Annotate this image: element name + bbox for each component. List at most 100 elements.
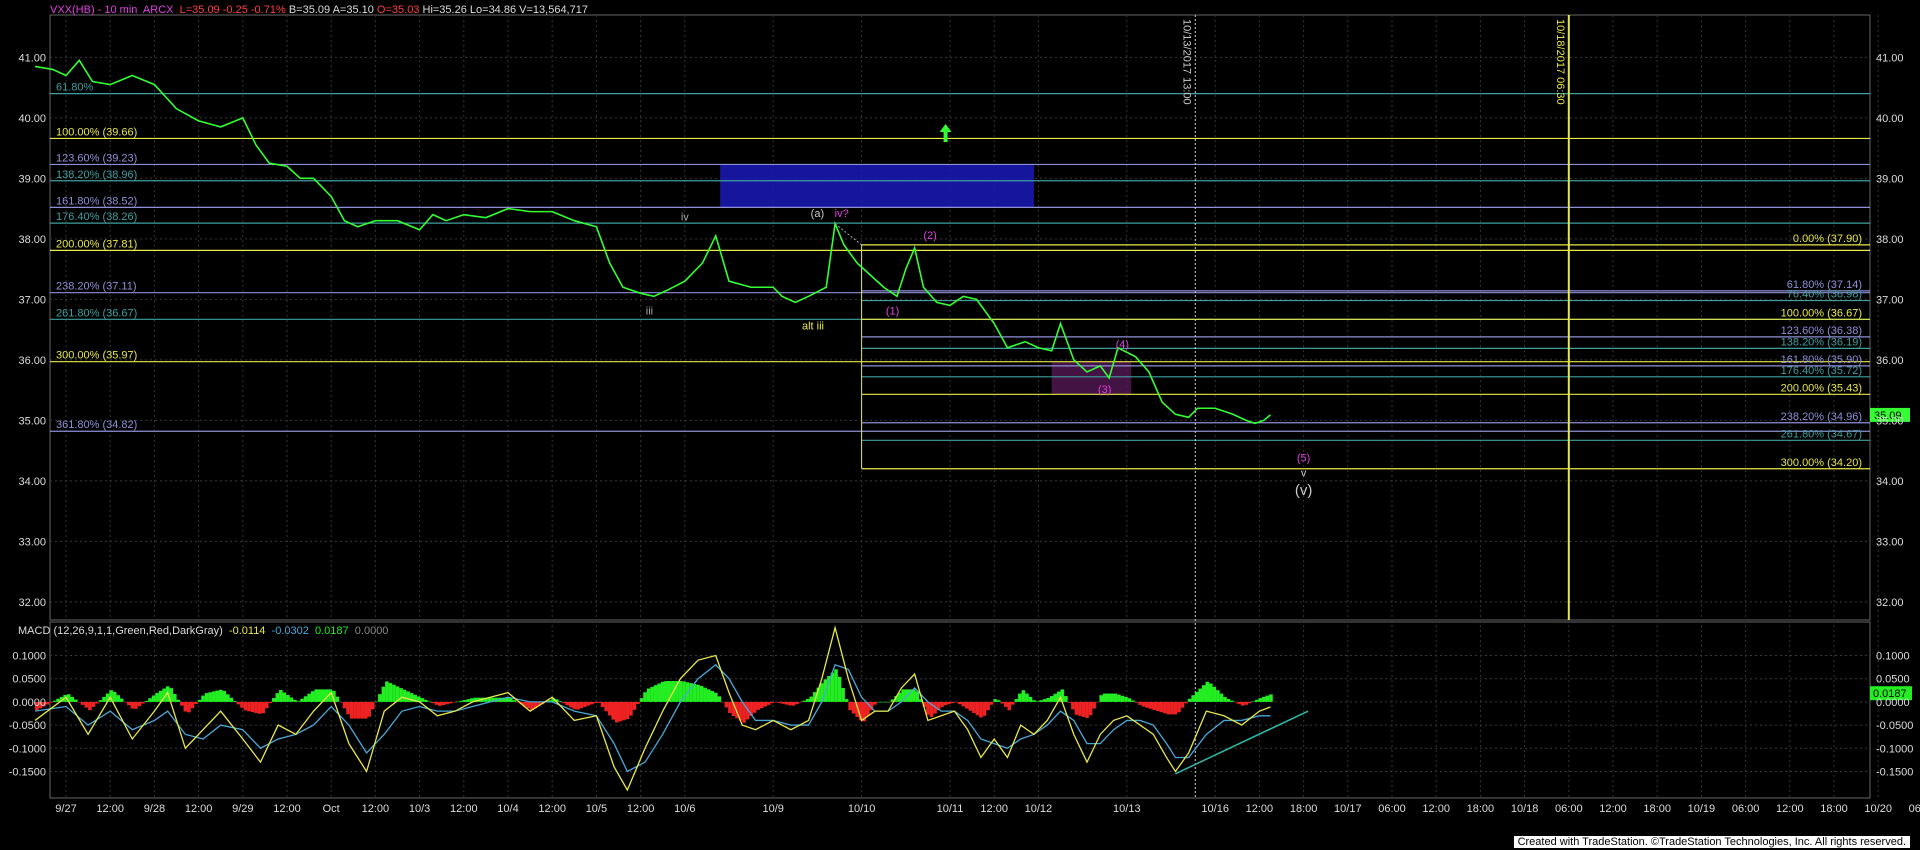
time-lines: 10/13/2017 13:00 10/18/2017 06:30: [1180, 15, 1570, 798]
macd-histogram-bar: [752, 701, 757, 713]
macd-histogram-bar: [431, 701, 435, 704]
macd-histogram-bar: [367, 701, 372, 717]
macd-histogram-bar: [264, 701, 269, 709]
macd-histogram-bar: [947, 701, 951, 705]
macd-histogram-bar: [279, 689, 283, 702]
macd-histogram-bar: [657, 683, 661, 702]
macd-histogram-bar: [134, 701, 138, 709]
time-tick: 10/3: [409, 803, 430, 815]
time-tick: 9/27: [55, 803, 76, 815]
macd-histogram-bar: [1201, 685, 1206, 702]
target-zone: [1051, 361, 1132, 395]
macd-histogram-bar: [402, 689, 407, 702]
macd-histogram-bar: [381, 686, 386, 702]
macd-histogram-bar: [614, 701, 619, 723]
macd-histogram-bar: [378, 694, 382, 702]
fib-label: 123.60% (39.23): [56, 152, 137, 164]
macd-histogram-bar: [194, 701, 198, 704]
macd-tick-left: -0.1500: [9, 766, 46, 778]
fib-label: 361.80% (34.82): [56, 419, 137, 431]
fib-label: 176.40% (35.72): [1781, 365, 1862, 377]
macd-label: MACD (12,26,9,1,1,Green,Red,DarkGray): [18, 625, 223, 637]
macd-histogram-bar: [706, 689, 711, 702]
macd-histogram-bar: [572, 701, 577, 710]
macd-histogram-bar: [1085, 701, 1089, 719]
macd-histogram-bar: [77, 701, 82, 703]
macd-histogram-bar: [1018, 693, 1022, 702]
macd-histogram-bar: [349, 701, 354, 719]
macd-histogram-bar: [770, 701, 775, 704]
time-tick: 12:00: [627, 803, 655, 815]
macd-histogram-bar: [911, 689, 916, 702]
price-tick-left: 35.00: [18, 415, 46, 427]
macd-histogram-bar: [88, 701, 92, 711]
macd-histogram-bar: [590, 701, 594, 705]
macd-histogram-bar: [1092, 701, 1096, 709]
time-tick: 10/5: [586, 803, 607, 815]
macd-histogram-bar: [508, 698, 513, 702]
macd-histogram-bar: [52, 700, 57, 702]
macd-histogram-bar: [834, 669, 838, 702]
macd-histogram-bar: [314, 689, 319, 702]
macd-histogram-bar: [282, 692, 287, 702]
last-price: L=35.09: [179, 4, 220, 16]
macd-histogram-bar: [459, 700, 463, 702]
fib-label: 238.20% (34.96): [1781, 411, 1862, 423]
fib-label: 0.00% (37.90): [1793, 233, 1862, 245]
macd-histogram-bar: [653, 685, 658, 702]
macd-histogram-bar: [650, 686, 654, 702]
macd-histogram-bar: [445, 701, 449, 705]
price-chart: 61.80% 100.00% (39.66) 123.60% (39.23) 138.…: [9, 14, 1920, 815]
macd-histogram-bar: [841, 687, 845, 702]
macd-histogram-bar: [236, 701, 241, 705]
macd-histogram-bar: [190, 701, 195, 709]
time-tick: 12:00: [362, 803, 390, 815]
macd-histogram-bar: [1131, 700, 1135, 702]
ask-value: A=35.10: [332, 4, 374, 16]
price-tick-left: 37.00: [18, 294, 46, 306]
macd-histogram-bar: [561, 701, 566, 704]
time-tick: 18:00: [1290, 803, 1318, 815]
change-value: -0.25: [222, 4, 248, 16]
macd-histogram-bar: [795, 701, 799, 704]
macd-histogram-bar: [1099, 695, 1103, 702]
macd-histogram-bar: [201, 695, 205, 702]
macd-histogram-bar: [692, 683, 697, 702]
macd-histogram-bar: [1141, 701, 1146, 707]
macd-histogram-bar: [965, 701, 969, 709]
macd-histogram-bar: [300, 698, 304, 702]
macd-histogram-bar: [717, 696, 722, 702]
macd-histogram-bar: [441, 701, 446, 706]
macd-histogram-bar: [1230, 700, 1234, 702]
macd-histogram-bar: [989, 701, 994, 705]
macd-histogram-bar: [1102, 693, 1107, 702]
time-tick: 06:00: [1555, 803, 1583, 815]
macd-histogram-bar: [583, 701, 587, 707]
macd-histogram-bar: [1166, 701, 1171, 715]
macd-histogram-bar: [424, 699, 428, 702]
macd-histogram-bar: [512, 700, 517, 702]
macd-histogram-bar: [98, 700, 103, 702]
time-tick: 06:00: [1378, 803, 1406, 815]
price-tick-left: 39.00: [18, 173, 46, 185]
fib-label: 100.00% (36.67): [1781, 307, 1862, 319]
macd-histogram-bar: [837, 676, 842, 702]
wave-label: iv?: [835, 208, 849, 220]
macd-histogram-bar: [809, 696, 814, 702]
macd-histogram-bar: [1138, 701, 1142, 705]
fib-label: 123.60% (36.38): [1781, 325, 1862, 337]
macd-histogram-bar: [466, 699, 471, 702]
macd-histogram-bar: [1078, 701, 1082, 716]
macd-histogram-bar: [346, 701, 350, 715]
macd-histogram-bar: [1155, 701, 1160, 712]
macd-histogram-bar: [317, 689, 322, 702]
macd-value-1: -0.0114: [228, 625, 266, 637]
macd-histogram-bar: [632, 701, 637, 710]
macd-tick-left: 0.0000: [12, 697, 46, 709]
change-pct: -0.71%: [250, 4, 286, 16]
macd-histogram-bar: [1014, 699, 1019, 702]
macd-histogram-bar: [229, 697, 234, 702]
macd-histogram-bar: [664, 681, 669, 702]
macd-histogram-bar: [1120, 695, 1125, 702]
price-tick-left: 34.00: [18, 476, 46, 488]
